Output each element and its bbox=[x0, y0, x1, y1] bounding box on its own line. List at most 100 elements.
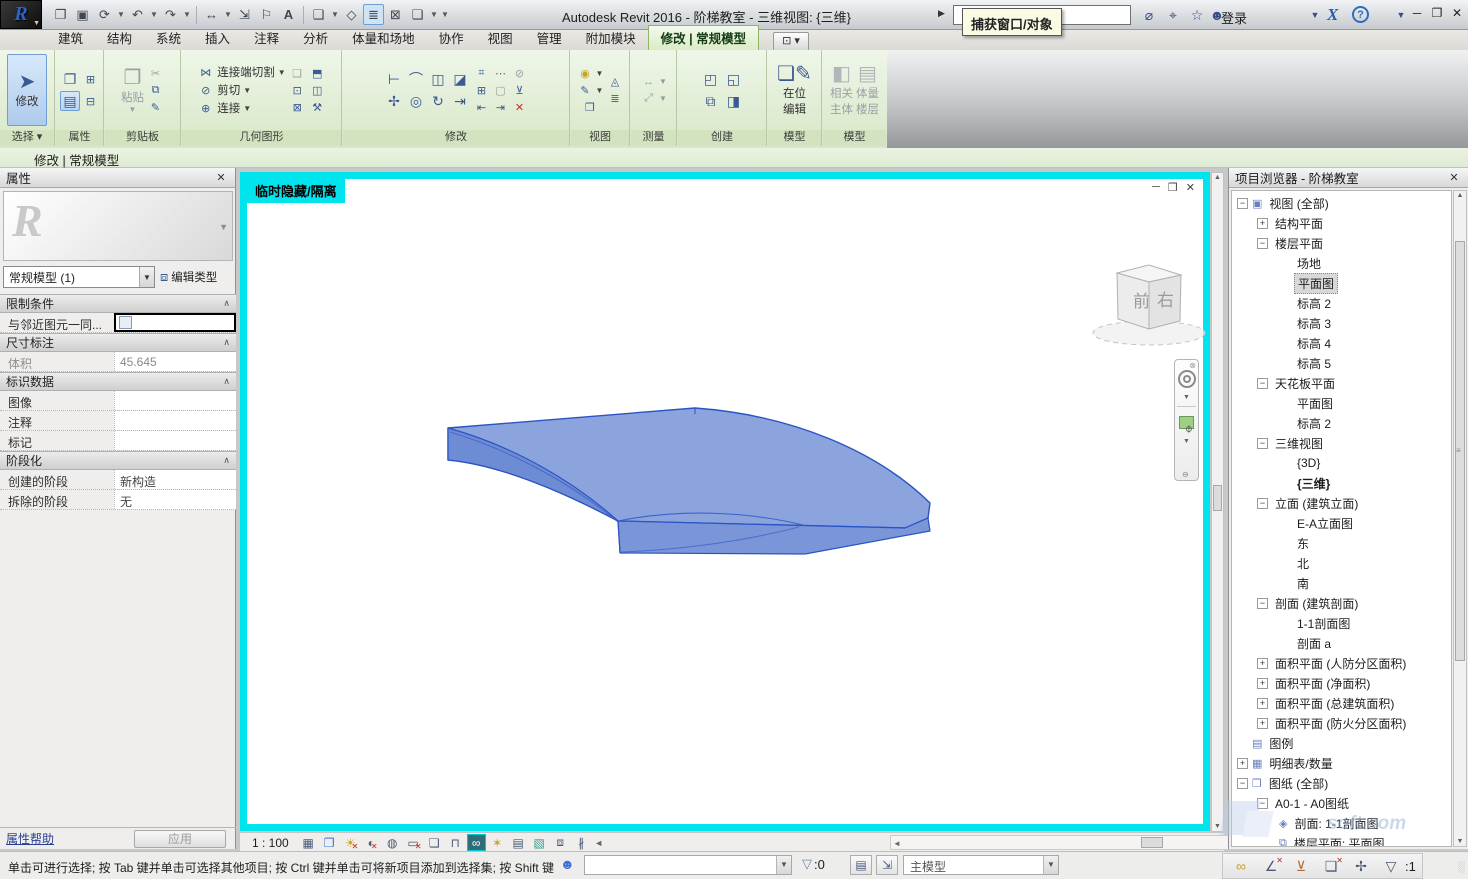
property-row[interactable]: 标记 bbox=[0, 431, 236, 451]
collapse-icon[interactable]: − bbox=[1257, 598, 1268, 609]
browser-scrollbar[interactable]: ▲ ≡ ▼ bbox=[1453, 190, 1467, 847]
help-icon[interactable]: ? bbox=[1352, 6, 1369, 23]
expand-icon[interactable]: + bbox=[1257, 218, 1268, 229]
resize-grip[interactable]: ░ bbox=[1458, 862, 1466, 873]
default-3d-view-icon[interactable]: ❑ bbox=[308, 4, 329, 25]
tab-modify-contextual[interactable]: 修改 | 常规模型 bbox=[648, 25, 759, 50]
panel-label-measure[interactable]: 测量 bbox=[631, 130, 676, 146]
drawing-viewport[interactable]: 前 右 临时隐藏/隔离 ─ ❐ ✕ ⊗ ▼ ⌀ ▼ ⊖ bbox=[240, 172, 1210, 831]
section-phasing[interactable]: 阶段化∧ bbox=[0, 451, 236, 470]
tab-view[interactable]: 视图 bbox=[476, 26, 525, 50]
select-links-icon[interactable]: ∞ bbox=[1229, 855, 1253, 877]
panel-label-properties[interactable]: 属性 bbox=[56, 130, 103, 146]
copy-icon[interactable]: ⧉ bbox=[147, 83, 164, 98]
delete-icon[interactable]: ✕ bbox=[511, 100, 528, 115]
tree-item[interactable]: 标高 3 bbox=[1232, 313, 1451, 333]
panel-label-model-1[interactable]: 模型 bbox=[768, 130, 821, 146]
sun-path-off-icon[interactable]: ☀✕ bbox=[341, 834, 360, 851]
panel-label-view[interactable]: 视图 bbox=[571, 130, 629, 146]
panel-label-create[interactable]: 创建 bbox=[678, 130, 766, 146]
tree-item[interactable]: +面积平面 (人防分区面积) bbox=[1232, 653, 1451, 673]
chevron-down-icon[interactable]: ▼ bbox=[330, 4, 340, 25]
drag-elements-on-selection-icon[interactable]: ✢ bbox=[1349, 855, 1373, 877]
collapse-icon[interactable]: − bbox=[1257, 498, 1268, 509]
tab-insert[interactable]: 插入 bbox=[193, 26, 242, 50]
phase-demolished-value[interactable]: 无 bbox=[114, 490, 236, 509]
scroll-down-icon[interactable]: ▼ bbox=[1454, 838, 1466, 845]
join-tool[interactable]: ⊕连接▼ bbox=[197, 100, 251, 116]
tree-item[interactable]: −A0-1 - A0图纸 bbox=[1232, 793, 1451, 813]
tab-annotate[interactable]: 注释 bbox=[242, 26, 291, 50]
moves-with-nearby-value[interactable] bbox=[114, 313, 236, 332]
tree-item[interactable]: ⧉楼层平面: 平面图 bbox=[1232, 833, 1451, 847]
panel-label-select[interactable]: 选择 ▾ bbox=[0, 130, 54, 146]
tree-item-schedules[interactable]: +▦明细表/数量 bbox=[1232, 753, 1451, 773]
phase-created-value[interactable]: 新构造 bbox=[114, 470, 236, 489]
tab-collaborate[interactable]: 协作 bbox=[427, 26, 476, 50]
close-icon[interactable]: ⊗ bbox=[1189, 361, 1196, 370]
model-canvas[interactable] bbox=[247, 179, 1203, 824]
ribbon-display-toggle[interactable]: ⊡ ▾ bbox=[773, 32, 809, 50]
redo-icon[interactable]: ↷ bbox=[160, 4, 181, 25]
copy-elements-icon[interactable]: ◎ bbox=[406, 91, 426, 111]
favorites-star-icon[interactable]: ☆ bbox=[1186, 4, 1208, 26]
mark-value[interactable] bbox=[114, 431, 236, 450]
chevron-down-icon[interactable]: ▼ bbox=[1183, 394, 1190, 401]
properties-help-link[interactable]: 属性帮助 bbox=[6, 830, 54, 847]
show-rendering-dialog-icon[interactable]: ◍ bbox=[383, 834, 402, 851]
collapse-chevron-icon[interactable]: ∧ bbox=[223, 298, 230, 309]
create-assembly-icon[interactable]: ◱ bbox=[724, 69, 744, 89]
scroll-down-icon[interactable]: ▼ bbox=[1212, 823, 1223, 830]
collapse-icon[interactable]: − bbox=[1257, 438, 1268, 449]
vertical-scrollbar[interactable]: ▲ ▼ bbox=[1211, 172, 1224, 832]
sign-in-button[interactable]: 登录 bbox=[1221, 8, 1247, 27]
properties-window-icon[interactable]: ❐ bbox=[60, 69, 80, 89]
tag-icon[interactable]: ⚐ bbox=[256, 4, 277, 25]
thin-lines-toggle-icon[interactable]: ≣ bbox=[606, 91, 623, 106]
tree-item[interactable]: ◈剖面: 1-1剖面图 bbox=[1232, 813, 1451, 833]
application-menu-button[interactable]: R▼ bbox=[0, 0, 42, 29]
exclude-options-toggle[interactable]: ⇲ bbox=[876, 855, 898, 875]
scroll-left-icon[interactable]: ◄ bbox=[893, 839, 901, 848]
save-icon[interactable]: ▣ bbox=[72, 4, 93, 25]
measure-between-icon[interactable]: ↔ bbox=[640, 74, 657, 89]
property-row[interactable]: 体积45.645 bbox=[0, 352, 236, 372]
collapse-icon[interactable]: − bbox=[1257, 798, 1268, 809]
beam-coping-icon[interactable]: ⊡ bbox=[289, 83, 306, 98]
project-browser-header[interactable]: 项目浏览器 - 阶梯教室✕ bbox=[1229, 168, 1468, 188]
temporary-hide-isolate-banner[interactable]: 临时隐藏/隔离 bbox=[247, 179, 345, 203]
property-row[interactable]: 注释 bbox=[0, 411, 236, 431]
split-element-icon[interactable]: ◫ bbox=[428, 69, 448, 89]
title-expand-icon[interactable]: ▶ bbox=[938, 8, 945, 19]
image-value[interactable] bbox=[114, 391, 236, 410]
property-row[interactable]: 图像 bbox=[0, 391, 236, 411]
family-types-icon[interactable]: ⊞ bbox=[82, 72, 99, 87]
tree-item[interactable]: E-A立面图 bbox=[1232, 513, 1451, 533]
modify-tool-button[interactable]: ➤修改 bbox=[7, 54, 47, 126]
tree-item-views[interactable]: −▣视图 (全部) bbox=[1232, 193, 1451, 213]
tab-massing-site[interactable]: 体量和场地 bbox=[340, 26, 427, 50]
view-close-icon[interactable]: ✕ bbox=[1186, 181, 1195, 194]
tab-analyze[interactable]: 分析 bbox=[291, 26, 340, 50]
collapse-chevron-icon[interactable]: ∧ bbox=[223, 337, 230, 348]
tree-item[interactable]: −天花板平面 bbox=[1232, 373, 1451, 393]
close-icon[interactable]: ✕ bbox=[213, 171, 229, 184]
panel-label-model-2[interactable]: 模型 bbox=[823, 130, 886, 146]
expand-icon[interactable]: + bbox=[1257, 678, 1268, 689]
close-inactive-windows-icon[interactable]: ⊠ bbox=[385, 4, 406, 25]
tab-manage[interactable]: 管理 bbox=[525, 26, 574, 50]
tree-item[interactable]: 标高 5 bbox=[1232, 353, 1451, 373]
chevron-down-icon[interactable]: ▼ bbox=[149, 4, 159, 25]
tree-item[interactable]: {3D} bbox=[1232, 453, 1451, 473]
tree-item[interactable]: 标高 2 bbox=[1232, 413, 1451, 433]
tree-item[interactable]: 东 bbox=[1232, 533, 1451, 553]
select-pinned-elements-icon[interactable]: ⊻ bbox=[1289, 855, 1313, 877]
tree-item[interactable]: +面积平面 (净面积) bbox=[1232, 673, 1451, 693]
chevron-down-icon[interactable]: ▼ bbox=[223, 4, 233, 25]
tree-item[interactable]: 场地 bbox=[1232, 253, 1451, 273]
collapse-chevron-icon[interactable]: ∧ bbox=[223, 376, 230, 387]
tree-item[interactable]: 剖面 a bbox=[1232, 633, 1451, 653]
select-elements-by-face-icon[interactable]: ❏✕ bbox=[1319, 855, 1343, 877]
paste-button[interactable]: ❐粘贴▼ bbox=[121, 67, 144, 114]
cut-icon[interactable]: ✂ bbox=[147, 66, 164, 81]
